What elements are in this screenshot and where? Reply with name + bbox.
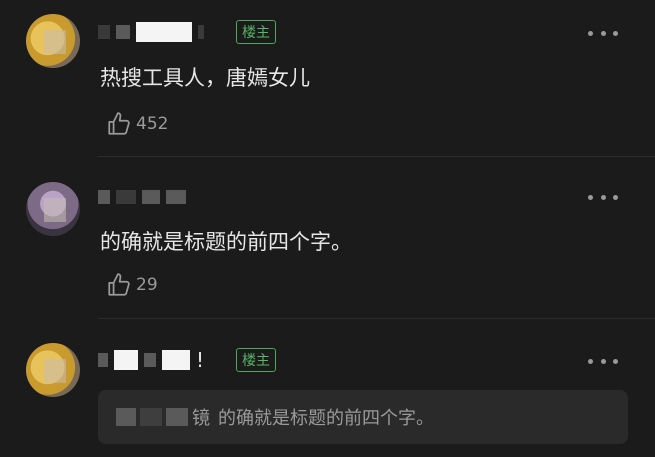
- comment-thread: 楼主 热搜工具人，唐嫣女儿 452 的确就是标题的前四个字。 29 ! 楼主 镜…: [0, 0, 655, 457]
- more-options-icon[interactable]: [588, 354, 618, 368]
- redacted-block: [198, 25, 204, 39]
- redacted-block: [116, 25, 130, 39]
- redacted-block: [98, 25, 110, 39]
- divider: [98, 318, 655, 319]
- dot: [600, 194, 606, 200]
- redacted-block: [144, 353, 156, 367]
- quoted-username-end: 镜: [192, 408, 210, 429]
- avatar-blur: [44, 198, 66, 222]
- redacted-block: [114, 350, 138, 370]
- redacted-block: [116, 408, 136, 426]
- like-count: 29: [136, 275, 158, 295]
- like-count: 452: [136, 114, 169, 134]
- dot: [588, 30, 593, 36]
- avatar[interactable]: [26, 343, 80, 397]
- quoted-text: 的确就是标题的前四个字。: [218, 408, 434, 429]
- username-redacted[interactable]: [98, 183, 186, 211]
- comment-text: 的确就是标题的前四个字。: [100, 230, 352, 254]
- username-end: !: [196, 348, 205, 372]
- redacted-block: [98, 190, 110, 204]
- dot: [600, 30, 606, 36]
- redacted-block: [140, 408, 162, 426]
- redacted-block: [136, 22, 192, 42]
- avatar[interactable]: [26, 182, 80, 236]
- like-button[interactable]: 452: [106, 110, 168, 138]
- quoted-comment[interactable]: 镜 的确就是标题的前四个字。: [98, 390, 628, 444]
- avatar-blur: [44, 30, 66, 54]
- dot: [613, 30, 618, 36]
- avatar-blur: [44, 359, 66, 383]
- dot: [588, 358, 593, 364]
- dot: [613, 194, 618, 200]
- more-options-icon[interactable]: [588, 190, 618, 204]
- more-options-icon[interactable]: [588, 26, 618, 40]
- username-redacted[interactable]: !: [98, 346, 204, 374]
- dot: [613, 358, 618, 364]
- divider: [98, 156, 655, 157]
- op-badge: 楼主: [236, 348, 276, 372]
- dot: [588, 194, 593, 200]
- avatar[interactable]: [26, 14, 80, 68]
- thumbs-up-icon: [108, 112, 130, 135]
- like-button[interactable]: 29: [106, 271, 158, 299]
- thumbs-up-icon: [108, 273, 130, 296]
- username-redacted[interactable]: [98, 18, 204, 46]
- redacted-block: [142, 190, 160, 204]
- dot: [600, 358, 606, 364]
- comment-text: 热搜工具人，唐嫣女儿: [100, 66, 310, 90]
- redacted-block: [162, 350, 190, 370]
- op-badge: 楼主: [236, 20, 276, 44]
- redacted-block: [166, 408, 188, 426]
- redacted-block: [98, 353, 108, 367]
- redacted-block: [166, 190, 186, 204]
- redacted-block: [116, 190, 136, 204]
